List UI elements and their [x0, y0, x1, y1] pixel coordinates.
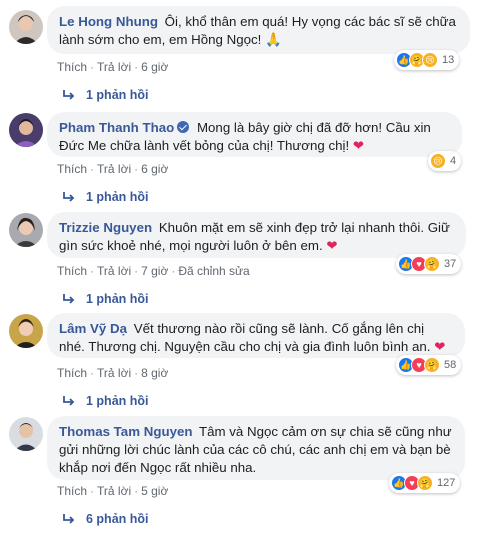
comment-actions: Thích · Trả lời · 8 giờ — [57, 366, 169, 380]
view-replies[interactable]: 1 phản hồi — [62, 88, 149, 102]
avatar[interactable] — [9, 213, 43, 247]
sad-reaction-icon: 😢 — [422, 52, 438, 68]
commenter-name[interactable]: Lâm Vỹ Dạ — [59, 321, 127, 336]
commenter-name[interactable]: Trizzie Nguyen — [59, 220, 152, 235]
heart-emoji-icon: ❤ — [352, 138, 365, 153]
comment-actions: Thích · Trả lời · 7 giờ · Đã chỉnh sửa — [57, 264, 250, 278]
reply-link[interactable]: Trả lời — [97, 60, 131, 74]
reaction-count: 58 — [444, 359, 457, 371]
verified-badge-icon — [177, 121, 190, 133]
comment-actions: Thích · Trả lời · 5 giờ — [57, 484, 169, 498]
reactions-summary[interactable]: 👍 🤗 😢 13 — [394, 50, 460, 70]
reply-arrow-icon — [63, 514, 75, 524]
like-link[interactable]: Thích — [57, 366, 87, 380]
reactions-summary[interactable]: 👍 ♥ 🤗 37 — [396, 254, 462, 274]
reply-link[interactable]: Trả lời — [97, 162, 131, 176]
avatar[interactable] — [9, 113, 43, 147]
comment-actions: Thích · Trả lời · 6 giờ — [57, 60, 169, 74]
like-link[interactable]: Thích — [57, 60, 87, 74]
reactions-summary[interactable]: 👍 ♥ 🤗 127 — [389, 473, 461, 493]
comment-bubble: Trizzie Nguyen Khuôn mặt em sẽ xinh đẹp … — [47, 212, 466, 258]
replies-count[interactable]: 1 phản hồi — [86, 88, 149, 102]
commenter-name[interactable]: Thomas Tam Nguyen — [59, 424, 192, 439]
comment-bubble: Le Hong Nhung Ôi, khổ thân em quá! Hy vọ… — [47, 6, 470, 54]
reaction-count: 4 — [450, 155, 457, 167]
timestamp[interactable]: 5 giờ — [141, 484, 168, 498]
comment-actions: Thích · Trả lời · 6 giờ — [57, 162, 169, 176]
care-reaction-icon: 🤗 — [417, 475, 433, 491]
heart-emoji-icon: ❤ — [434, 339, 446, 354]
sad-reaction-icon: 😢 — [430, 153, 446, 169]
like-link[interactable]: Thích — [57, 162, 87, 176]
reaction-count: 127 — [437, 477, 456, 489]
reply-arrow-icon — [63, 396, 75, 406]
reaction-count: 37 — [444, 258, 457, 270]
care-reaction-icon: 🤗 — [424, 256, 440, 272]
heart-emoji-icon: ❤ — [326, 238, 338, 253]
like-link[interactable]: Thích — [57, 264, 87, 278]
timestamp[interactable]: 6 giờ — [141, 162, 168, 176]
avatar[interactable] — [9, 10, 43, 44]
timestamp[interactable]: 8 giờ — [141, 366, 168, 380]
replies-count[interactable]: 1 phản hồi — [86, 292, 149, 306]
timestamp[interactable]: 7 giờ — [141, 264, 168, 278]
commenter-name[interactable]: Pham Thanh Thao — [59, 120, 174, 135]
reply-link[interactable]: Trả lời — [97, 366, 131, 380]
comment-bubble: Thomas Tam Nguyen Tâm và Ngọc cảm ơn sự … — [47, 416, 465, 480]
view-replies[interactable]: 1 phản hồi — [62, 292, 149, 306]
reply-arrow-icon — [63, 90, 75, 100]
timestamp[interactable]: 6 giờ — [141, 60, 168, 74]
edited-label[interactable]: Đã chỉnh sửa — [178, 264, 249, 278]
avatar[interactable] — [9, 314, 43, 348]
replies-count[interactable]: 1 phản hồi — [86, 394, 149, 408]
care-reaction-icon: 🤗 — [424, 357, 440, 373]
reactions-summary[interactable]: 😢 4 — [428, 151, 462, 171]
reply-link[interactable]: Trả lời — [97, 484, 131, 498]
replies-count[interactable]: 6 phản hồi — [86, 512, 149, 526]
avatar[interactable] — [9, 417, 43, 451]
reply-link[interactable]: Trả lời — [97, 264, 131, 278]
reply-arrow-icon — [63, 192, 75, 202]
reply-arrow-icon — [63, 294, 75, 304]
view-replies[interactable]: 1 phản hồi — [62, 394, 149, 408]
comment-bubble: Lâm Vỹ Dạ Vết thương nào rồi cũng sẽ làn… — [47, 313, 465, 358]
like-link[interactable]: Thích — [57, 484, 87, 498]
comment-bubble: Pham Thanh Thao Mong là bây giờ chị đã đ… — [47, 112, 462, 157]
pray-emoji-icon: 🙏 — [265, 32, 282, 47]
view-replies[interactable]: 1 phản hồi — [62, 190, 149, 204]
commenter-name[interactable]: Le Hong Nhung — [59, 14, 158, 29]
replies-count[interactable]: 1 phản hồi — [86, 190, 149, 204]
view-replies[interactable]: 6 phản hồi — [62, 512, 149, 526]
reactions-summary[interactable]: 👍 ♥ 🤗 58 — [396, 355, 462, 375]
reaction-count: 13 — [442, 54, 455, 66]
